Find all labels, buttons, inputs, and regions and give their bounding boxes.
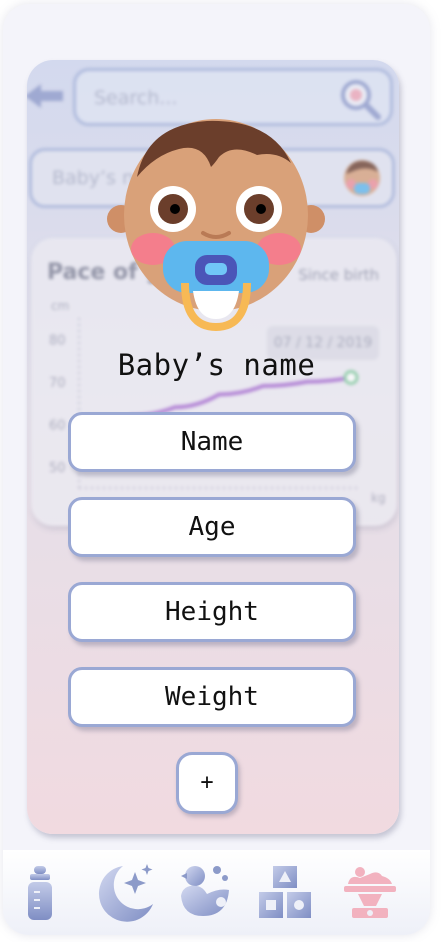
moon-stars-icon[interactable] <box>93 860 157 924</box>
name-field[interactable]: Name <box>68 412 356 472</box>
weight-field[interactable]: Weight <box>68 667 356 727</box>
back-arrow-icon[interactable] <box>27 80 67 112</box>
search-icon[interactable] <box>338 77 382 121</box>
age-field[interactable]: Age <box>68 497 356 557</box>
bottom-nav <box>3 850 430 935</box>
growth-series-line <box>129 375 353 418</box>
toy-blocks-icon[interactable] <box>253 860 317 924</box>
baby-scale-icon[interactable] <box>338 860 402 924</box>
phone-frame: Search... Baby’s na Pace of g Since birt… <box>3 4 430 935</box>
baby-face-icon <box>107 119 325 332</box>
height-field[interactable]: Height <box>68 582 356 642</box>
y-unit-label: cm <box>51 299 69 313</box>
bottle-icon[interactable] <box>8 860 72 924</box>
y-tick-label: 80 <box>49 333 66 348</box>
baby-avatar-icon <box>344 160 380 196</box>
y-tick-label: 60 <box>49 418 66 433</box>
add-field-button[interactable]: + <box>176 752 238 814</box>
search-placeholder: Search... <box>94 87 178 109</box>
profile-heading: Baby’s name <box>117 348 316 382</box>
x-unit-label: kg <box>371 491 386 505</box>
duck-bath-icon[interactable] <box>173 860 237 924</box>
y-tick-label: 50 <box>49 461 66 476</box>
